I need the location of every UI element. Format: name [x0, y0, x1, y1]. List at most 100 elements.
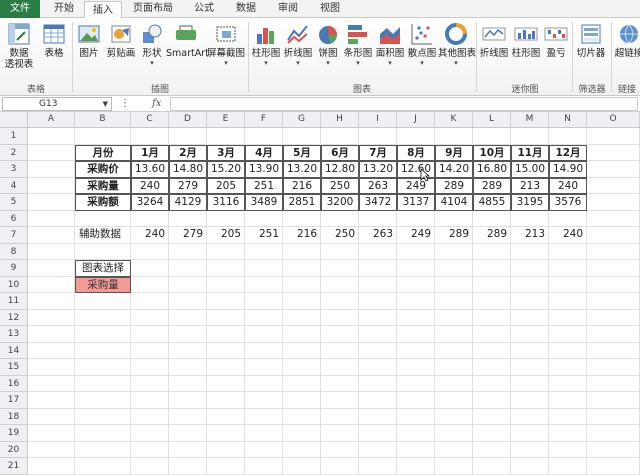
price-cell[interactable]: 15.00 [511, 161, 549, 178]
smartart-button[interactable]: SmartArt [166, 20, 209, 80]
column-header-n[interactable]: N [549, 112, 587, 128]
pivot-table-button[interactable]: 数据 透视表 [0, 20, 38, 80]
helper-value-cell[interactable]: 289 [435, 227, 473, 244]
row-header-7[interactable]: 7 [0, 227, 28, 244]
month-header-cell[interactable]: 2月 [169, 144, 207, 161]
chart-select-label[interactable]: 图表选择 [75, 260, 131, 277]
formula-input[interactable] [170, 97, 638, 111]
quantity-cell[interactable]: 289 [435, 177, 473, 194]
month-header-cell[interactable]: 8月 [397, 144, 435, 161]
price-cell[interactable]: 14.90 [549, 161, 587, 178]
sparkline-line-button[interactable]: 折线图 [478, 20, 510, 80]
column-header-l[interactable]: L [473, 112, 511, 128]
tab-view[interactable]: 视图 [310, 0, 350, 18]
clipart-button[interactable]: 剪贴画 [104, 20, 138, 80]
month-header-cell[interactable]: 6月 [321, 144, 359, 161]
helper-value-cell[interactable]: 279 [169, 227, 207, 244]
hyperlink-button[interactable]: 超链接 [612, 20, 640, 80]
price-cell[interactable]: 14.80 [169, 161, 207, 178]
column-header-c[interactable]: C [131, 112, 169, 128]
row-header-15[interactable]: 15 [0, 359, 28, 376]
column-chart-button[interactable]: 柱形图 ▾ [250, 20, 282, 80]
row-header-10[interactable]: 10 [0, 276, 28, 293]
helper-value-cell[interactable]: 263 [359, 227, 397, 244]
price-cell[interactable]: 13.20 [359, 161, 397, 178]
month-header-cell[interactable]: 1月 [131, 144, 169, 161]
helper-value-cell[interactable]: 213 [511, 227, 549, 244]
tab-page-layout[interactable]: 页面布局 [124, 0, 182, 18]
quantity-cell[interactable]: 250 [321, 177, 359, 194]
tab-review[interactable]: 审阅 [268, 0, 308, 18]
helper-value-cell[interactable]: 240 [131, 227, 169, 244]
column-header-g[interactable]: G [283, 112, 321, 128]
month-header-cell[interactable]: 9月 [435, 144, 473, 161]
slicer-button[interactable]: 切片器 [574, 20, 608, 80]
row-header-8[interactable]: 8 [0, 243, 28, 260]
row-header-14[interactable]: 14 [0, 342, 28, 359]
row-header-9[interactable]: 9 [0, 260, 28, 277]
other-chart-button[interactable]: 其他图表 ▾ [438, 20, 476, 80]
row-header-2[interactable]: 2 [0, 144, 28, 161]
tab-file[interactable]: 文件 [0, 0, 40, 18]
table-button[interactable]: 表格 [38, 20, 70, 80]
tab-data[interactable]: 数据 [226, 0, 266, 18]
column-header-j[interactable]: J [397, 112, 435, 128]
amount-cell[interactable]: 4855 [473, 194, 511, 211]
column-header-i[interactable]: I [359, 112, 397, 128]
quantity-cell[interactable]: 213 [511, 177, 549, 194]
sparkline-winloss-button[interactable]: 盈亏 [542, 20, 570, 80]
amount-cell[interactable]: 3489 [245, 194, 283, 211]
column-header-a[interactable]: A [28, 112, 75, 128]
amount-cell[interactable]: 3195 [511, 194, 549, 211]
amount-cell[interactable]: 4129 [169, 194, 207, 211]
price-cell[interactable]: 14.20 [435, 161, 473, 178]
helper-value-cell[interactable]: 289 [473, 227, 511, 244]
quantity-cell[interactable]: 289 [473, 177, 511, 194]
row-header-20[interactable]: 20 [0, 441, 28, 458]
row-header-12[interactable]: 12 [0, 309, 28, 326]
row-header-5[interactable]: 5 [0, 194, 28, 211]
month-header-cell[interactable]: 7月 [359, 144, 397, 161]
helper-value-cell[interactable]: 216 [283, 227, 321, 244]
amount-cell[interactable]: 3200 [321, 194, 359, 211]
screenshot-button[interactable]: 屏幕截图 ▾ [206, 20, 246, 80]
helper-value-cell[interactable]: 249 [397, 227, 435, 244]
month-header-cell[interactable]: 10月 [473, 144, 511, 161]
amount-cell[interactable]: 3116 [207, 194, 245, 211]
month-header-cell[interactable]: 4月 [245, 144, 283, 161]
name-box[interactable]: G13 ▼ [2, 97, 112, 111]
shapes-button[interactable]: 形状 ▾ [138, 20, 166, 80]
price-cell[interactable]: 13.20 [283, 161, 321, 178]
chevron-down-icon[interactable]: ▼ [103, 98, 108, 110]
helper-value-cell[interactable]: 240 [549, 227, 587, 244]
column-header-h[interactable]: H [321, 112, 359, 128]
bar-chart-button[interactable]: 条形图 ▾ [342, 20, 374, 80]
column-header-o[interactable]: O [587, 112, 640, 128]
amount-cell[interactable]: 3264 [131, 194, 169, 211]
column-header-k[interactable]: K [435, 112, 473, 128]
helper-value-cell[interactable]: 205 [207, 227, 245, 244]
quantity-cell[interactable]: 251 [245, 177, 283, 194]
amount-cell[interactable]: 3472 [359, 194, 397, 211]
row-header-3[interactable]: 3 [0, 161, 28, 178]
row-header-11[interactable]: 11 [0, 293, 28, 310]
helper-label-cell[interactable]: 辅助数据 [75, 227, 131, 244]
price-cell[interactable]: 13.90 [245, 161, 283, 178]
column-header-f[interactable]: F [245, 112, 283, 128]
line-chart-button[interactable]: 折线图 ▾ [282, 20, 314, 80]
row-header-4[interactable]: 4 [0, 177, 28, 194]
chart-select-dropdown[interactable]: 采购量 [75, 276, 131, 293]
tab-home[interactable]: 开始 [44, 0, 84, 18]
quantity-cell[interactable]: 216 [283, 177, 321, 194]
month-header-cell[interactable]: 11月 [511, 144, 549, 161]
helper-value-cell[interactable]: 251 [245, 227, 283, 244]
column-header-d[interactable]: D [169, 112, 207, 128]
row-header-21[interactable]: 21 [0, 458, 28, 475]
picture-button[interactable]: 图片 [74, 20, 104, 80]
price-cell[interactable]: 13.60 [131, 161, 169, 178]
sparkline-column-button[interactable]: 柱形图 [510, 20, 542, 80]
row-header-6[interactable]: 6 [0, 210, 28, 227]
insert-function-button[interactable]: fx [152, 97, 161, 111]
quantity-cell[interactable]: 205 [207, 177, 245, 194]
column-header-b[interactable]: B [75, 112, 131, 128]
